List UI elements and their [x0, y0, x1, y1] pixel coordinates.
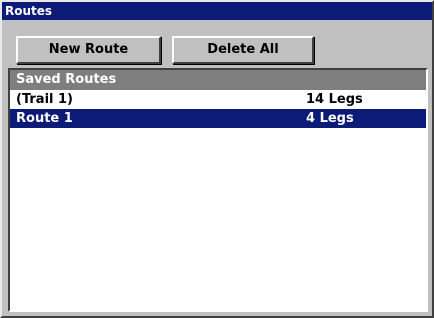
route-row-route-1[interactable]: Route 1 4 Legs: [10, 109, 426, 128]
route-legs: 14 Legs: [306, 92, 363, 107]
route-legs: 4 Legs: [306, 111, 354, 126]
delete-all-button[interactable]: Delete All: [172, 36, 314, 64]
window-title: Routes: [2, 2, 432, 20]
saved-routes-header: Saved Routes: [10, 70, 426, 90]
new-route-button[interactable]: New Route: [16, 36, 161, 64]
routes-window: Routes New Route Delete All Saved Routes…: [0, 0, 434, 318]
route-name: Route 1: [16, 111, 73, 126]
route-row-trail-1[interactable]: (Trail 1) 14 Legs: [10, 90, 426, 109]
saved-routes-body: (Trail 1) 14 Legs Route 1 4 Legs: [10, 90, 426, 310]
route-name: (Trail 1): [16, 92, 73, 107]
saved-routes-list: Saved Routes (Trail 1) 14 Legs Route 1 4…: [8, 68, 428, 312]
